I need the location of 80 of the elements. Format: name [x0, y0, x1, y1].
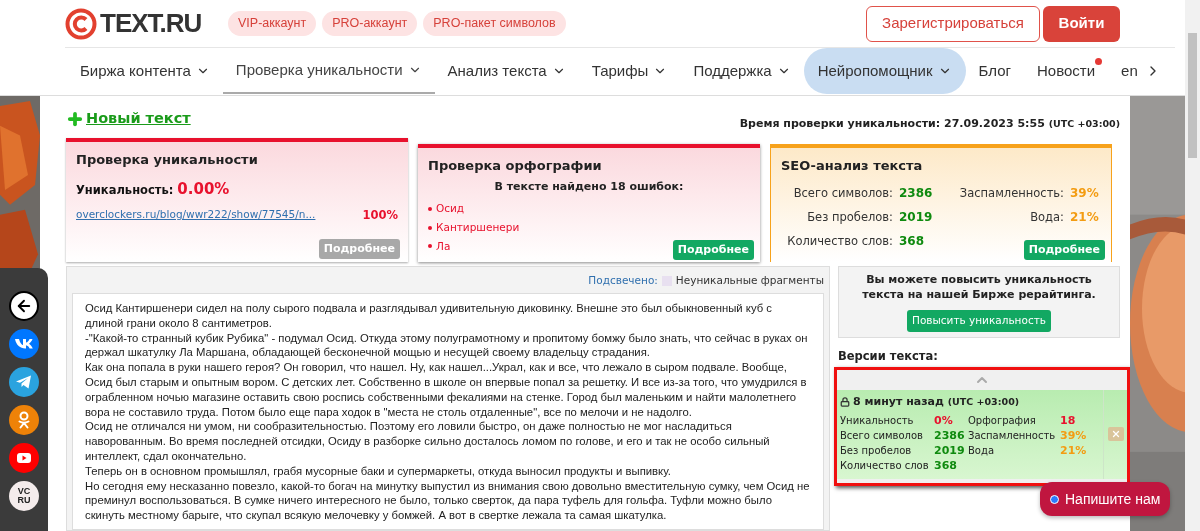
stat-label: Уникальность	[840, 413, 915, 428]
stat-label: Заспамленность	[968, 428, 1057, 443]
vc-logo[interactable]: VC RU	[9, 481, 39, 511]
card-title: Проверка орфографии	[428, 157, 603, 175]
error-word[interactable]: Кантиршенери	[436, 219, 520, 236]
nav-item[interactable]: Анализ текста	[434, 48, 579, 94]
stat-value: 2019	[934, 442, 966, 459]
stat-value: 2019	[899, 208, 934, 226]
nav-item[interactable]: Блог	[965, 48, 1024, 94]
stat-label: Без пробелов	[840, 443, 913, 458]
source-link[interactable]: overclockers.ru/blog/wwr222/show/77545/n...	[76, 207, 316, 225]
stat-label: Всего символов	[840, 428, 925, 443]
nav-item[interactable]: Новости	[1024, 48, 1109, 94]
login-button[interactable]: Войти	[1043, 5, 1120, 42]
stat-value: 368	[899, 233, 926, 250]
card-title: Проверка уникальности	[76, 151, 259, 169]
stat-label: Заспамленность:	[959, 184, 1064, 202]
nav-item[interactable]: Тарифы	[578, 48, 681, 94]
text-paragraph: Как она попала в руки нашего героя? Он говорил, что нашел. Ну, как нашел...Украл, как и все, что лежало в сыром подвале. Вообще, Осид был старым и опытным вором. С детских лет. Собственно в школе он впервые попал за решетку. И все из-за того, что умудрился в ограбленном ночью магазине оставить свою роспись собственными фекалиями на стенке. Город был маленьким и найти малолетнего вора не составило труда. Потом было еще пара ходок в "места не столь отдаленные", все по мелочи и не надолго.	[85, 360, 808, 420]
back-icon[interactable]	[9, 291, 39, 321]
vk-icon[interactable]	[9, 329, 39, 359]
stat-value: 0%	[934, 412, 954, 429]
account-badge[interactable]: VIP-аккаунт	[228, 11, 317, 36]
stat-value: 2386	[934, 427, 966, 444]
uniqueness-value: 0.00%	[177, 178, 230, 200]
version-time: 8 минут назад (UTC +03:00)	[853, 394, 1020, 410]
stat-value: 21%	[1060, 442, 1088, 459]
telegram-icon[interactable]	[9, 367, 39, 397]
versions-title: Версии текста:	[838, 347, 939, 365]
stat-label: Без пробелов:	[806, 208, 893, 226]
odnoklassniki-icon[interactable]	[9, 405, 39, 435]
text-paragraph: Но сегодня ему несказанно повезло, какой-то богач на минутку выпустил из внимания свою довольно вместительную сумку, чем Осид не преминул воспользоваться. В сумке ничего интересного не было, только сверток, да пара туфель для гольфа. Туфли можно было скинуть местному барыге, что скупал всякую мелочевку у бомжей. А вот в свертке лежала та самая шкатулка.	[85, 478, 811, 523]
card-title: SEO-анализ текста	[781, 157, 924, 175]
stat-value: 39%	[1070, 184, 1100, 202]
logo-text: TEXT.RU	[100, 7, 202, 40]
new-text-link[interactable]: Новый текст	[66, 108, 191, 130]
stat-label: Орфография	[968, 413, 1037, 428]
check-time: Время проверки уникальности: 27.09.2023 5:55 (UTC +03:00)	[739, 115, 1120, 132]
register-button[interactable]: Зарегистрироваться	[866, 5, 1040, 42]
legend-label: Подсвечено:	[588, 273, 658, 289]
details-button[interactable]: Подробнее	[672, 239, 754, 260]
stat-label: Вода	[968, 443, 996, 458]
stat-label: Количество слов:	[786, 233, 893, 250]
nav-item[interactable]: en	[1108, 48, 1151, 94]
promo-text: Вы можете повысить уникальность текста на нашей Бирже рерайтинга.	[861, 272, 1097, 302]
text-paragraph: Осид Кантиршенери сидел на полу сырого подвала и разглядывал удивительную диковинку. Внешне это был обыкновенный куб с длиной грани около 8 сантиметров.	[85, 301, 773, 331]
nav-item[interactable]: Поддержка	[680, 48, 804, 94]
copyright-logo-icon	[65, 7, 97, 40]
bullet-icon	[428, 244, 432, 249]
bullet-icon	[428, 206, 432, 211]
stat-label: Вода:	[1029, 208, 1064, 226]
stat-value: 2386	[899, 184, 934, 202]
stat-label: Количество слов	[840, 458, 930, 473]
bullet-icon	[428, 225, 432, 230]
youtube-icon[interactable]	[9, 443, 39, 473]
text-paragraph: Осид не отличался ни умом, ни сообразительностью. Поэтому его ловили быстро, он даже полностью не мог насладиться наворованным. Во время последней отсидки, Осиду в разборке сильно досталось ломом по голове, и его и так не особо сильный интеллект, сдал окончательно.	[85, 419, 771, 464]
account-badge[interactable]: PRO-аккаунт	[322, 11, 418, 36]
nav-item[interactable]: Нейропомощник	[803, 48, 966, 94]
account-badge[interactable]: PRO-пакет символов	[423, 11, 566, 36]
source-percent: 100%	[362, 207, 398, 224]
stat-value: 39%	[1060, 427, 1088, 444]
text-paragraph: Теперь он в основном промышлял, грабя мусорные баки и супермаркеты, откуда выносил продукты и выпивку.	[85, 463, 672, 479]
chat-button[interactable]: Напишите нам	[1040, 482, 1171, 516]
stat-value: 18	[1060, 412, 1077, 429]
improve-uniqueness-button[interactable]: Повысить уникальность	[907, 310, 1051, 332]
error-word[interactable]: Ла	[436, 238, 451, 255]
stat-value: 368	[934, 457, 958, 474]
uniqueness-label: Уникальность:	[76, 181, 174, 199]
stat-label: Всего символов:	[792, 184, 893, 202]
text-paragraph: -"Какой-то странный кубик Рубика" - подумал Осид. Откуда этому полуграмотному и пропитому бомжу было знать, что сейчас в руках он держал шкатулку Ла Маршана, обладающей бесконечной мощью и несущей своему владельцу страдания.	[85, 330, 809, 361]
nav-item[interactable]: Проверка уникальности	[222, 48, 435, 94]
scrollbar[interactable]	[1185, 0, 1200, 531]
errors-summary: В тексте найдено 18 ошибок:	[493, 178, 685, 195]
plus-icon	[66, 110, 84, 129]
stat-value: 21%	[1070, 208, 1100, 226]
version-item[interactable]: 8 минут назад (UTC +03:00) Уникальность 0% Всего символов 2386 Без пробелов 2019 Количество слов 368 Орфография 18 Заспамленность 39% Вода 21%	[837, 390, 1127, 479]
error-word[interactable]: Осид	[436, 201, 465, 217]
nav-item[interactable]: Биржа контента	[67, 48, 223, 94]
details-button[interactable]: Подробнее	[1023, 239, 1105, 260]
legend-text: Неуникальные фрагменты	[675, 273, 824, 289]
